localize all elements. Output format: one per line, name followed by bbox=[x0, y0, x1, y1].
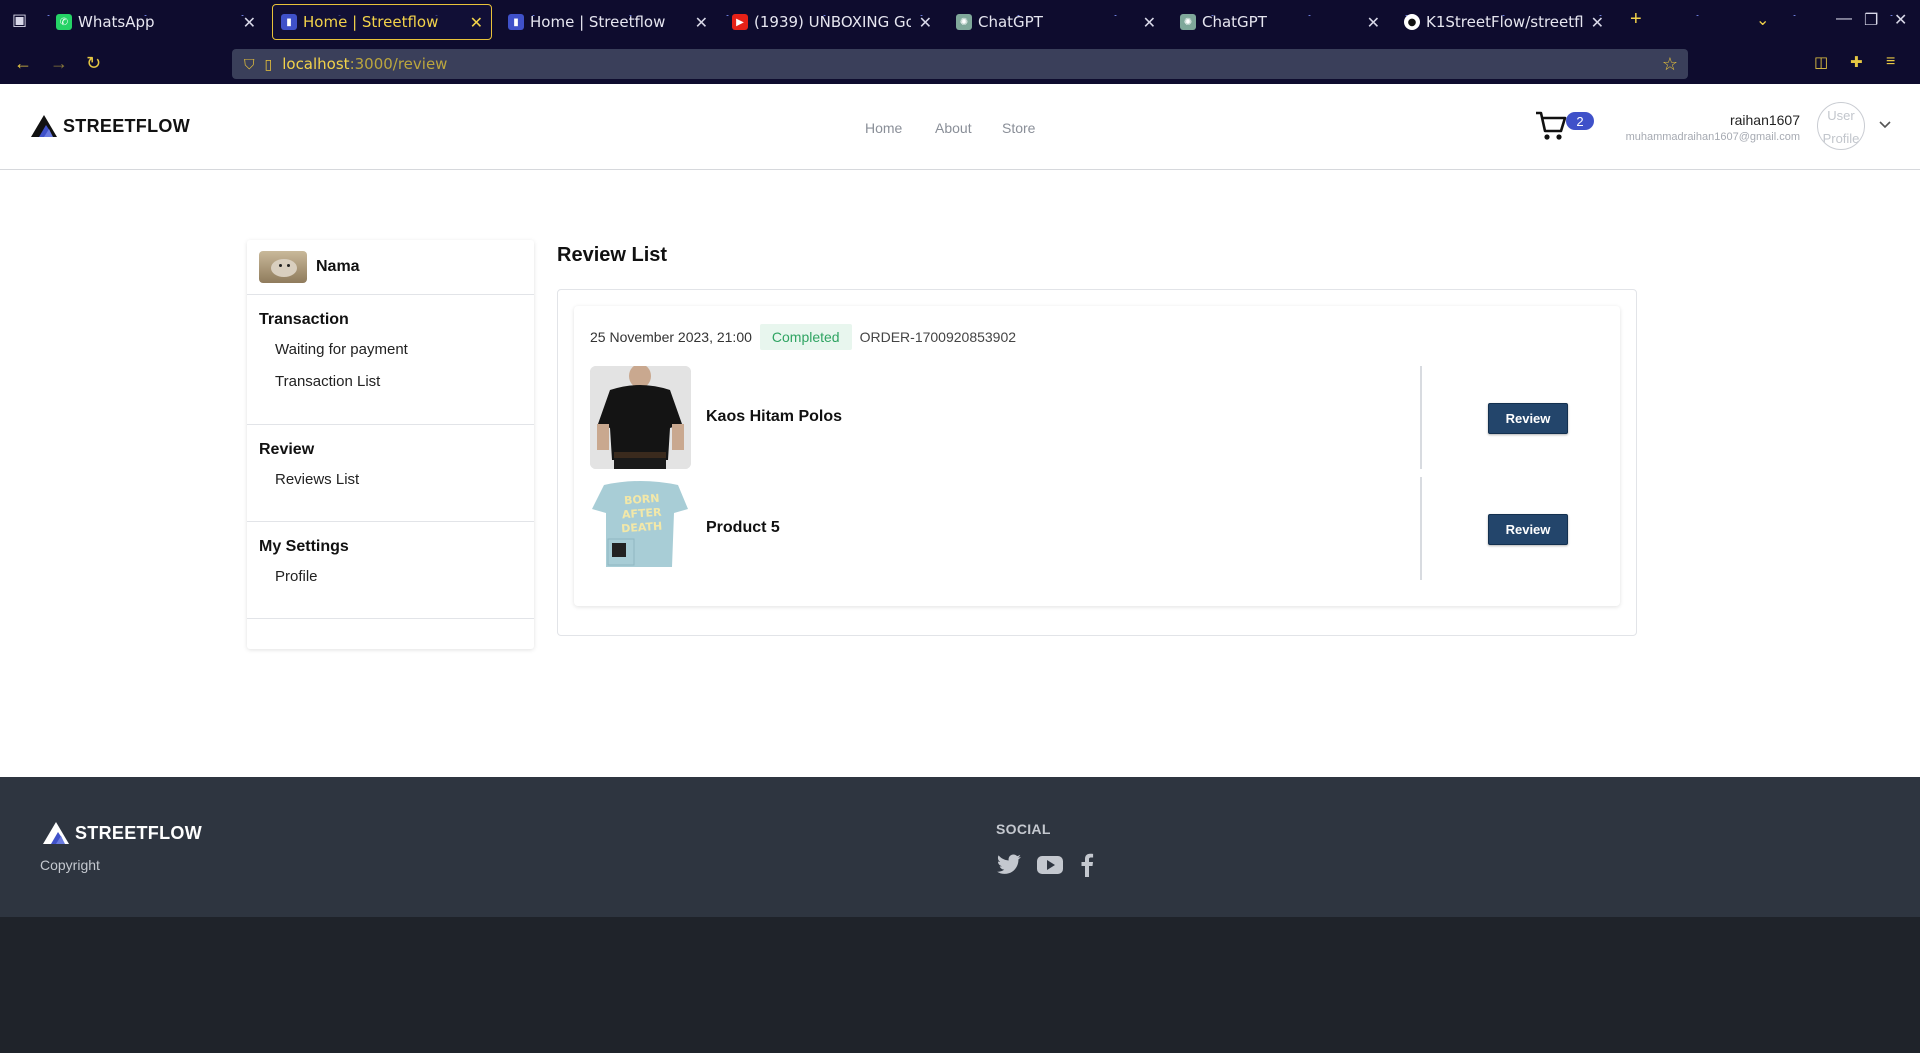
tab-whatsapp[interactable]: ✆ WhatsApp ✕ bbox=[48, 4, 264, 40]
sidebar-item-profile[interactable]: Profile bbox=[259, 566, 522, 598]
facebook-icon[interactable] bbox=[1078, 853, 1096, 877]
sidebar-section-title: Review bbox=[259, 441, 315, 458]
new-tab-icon[interactable]: + bbox=[1630, 8, 1642, 31]
vertical-divider bbox=[1420, 366, 1422, 469]
streetflow-logo-icon bbox=[43, 822, 69, 844]
sidebar-section-title: My Settings bbox=[259, 538, 349, 555]
footer-social-icons bbox=[996, 853, 1096, 877]
product-image[interactable]: BORN AFTER DEATH bbox=[590, 477, 691, 580]
shield-icon: ⛉ bbox=[244, 55, 255, 72]
browser-nav-bar: ← → ↻ ⛉ ▯ localhost :3000/review ☆ ◫ ✚ ≡ bbox=[0, 44, 1920, 84]
github-favicon-icon: ● bbox=[1404, 14, 1420, 30]
order-item-row: Kaos Hitam Polos Review bbox=[590, 366, 1604, 469]
cart-count-badge: 2 bbox=[1566, 112, 1594, 130]
tab-chatgpt-2[interactable]: ✺ ChatGPT ✕ bbox=[1172, 4, 1388, 40]
order-id: ORDER-1700920853902 bbox=[859, 329, 1017, 345]
close-window-icon[interactable]: ✕ bbox=[1894, 10, 1907, 30]
review-list-container: 25 November 2023, 21:00 Completed ORDER-… bbox=[557, 289, 1637, 636]
vertical-divider bbox=[1420, 477, 1422, 580]
restore-icon[interactable]: ❐ bbox=[1864, 10, 1878, 30]
black-tshirt-image bbox=[590, 366, 691, 469]
user-email: muhammadraihan1607@gmail.com bbox=[1625, 131, 1800, 143]
page-info-icon: ▯ bbox=[264, 55, 273, 72]
brand-logo[interactable]: STREETFLOW bbox=[30, 114, 190, 138]
sidebar-profile-name: Nama bbox=[316, 258, 360, 275]
footer-copyright: Copyright bbox=[40, 857, 100, 873]
bookmark-star-icon[interactable]: ☆ bbox=[1662, 54, 1678, 75]
page-title: Review List bbox=[557, 244, 668, 266]
sidebar-item-waiting-for-payment[interactable]: Waiting for payment bbox=[259, 339, 522, 371]
chatgpt-favicon-icon: ✺ bbox=[956, 14, 972, 30]
site-footer: STREETFLOW Copyright SOCIAL bbox=[0, 777, 1920, 917]
account-sidebar: Nama Transaction Waiting for payment Tra… bbox=[247, 240, 534, 649]
product-name: Product 5 bbox=[706, 519, 780, 536]
streetflow-logo-icon bbox=[31, 115, 57, 137]
close-tab-icon[interactable]: ✕ bbox=[243, 13, 256, 32]
sidebar-section-title: Transaction bbox=[259, 311, 349, 328]
sidebar-section-transaction: Transaction Waiting for payment Transact… bbox=[247, 295, 534, 425]
nav-store[interactable]: Store bbox=[1002, 120, 1035, 136]
nav-home[interactable]: Home bbox=[865, 120, 902, 136]
site-header: STREETFLOW Home About Store 2 raihan1607… bbox=[0, 84, 1920, 170]
review-button[interactable]: Review bbox=[1488, 514, 1568, 545]
sidebar-profile-header: Nama bbox=[247, 240, 534, 295]
close-tab-icon[interactable]: ✕ bbox=[1367, 13, 1380, 32]
tab-list-chevron-icon[interactable]: ⌄ bbox=[1756, 10, 1769, 30]
product-image[interactable] bbox=[590, 366, 691, 469]
url-bar[interactable]: ⛉ ▯ localhost :3000/review ☆ bbox=[232, 49, 1688, 79]
sidebar-item-transaction-list[interactable]: Transaction List bbox=[259, 371, 522, 403]
chatgpt-favicon-icon: ✺ bbox=[1180, 14, 1196, 30]
menu-icon[interactable]: ≡ bbox=[1886, 53, 1895, 71]
youtube-icon[interactable] bbox=[1036, 854, 1064, 876]
tab-streetflow[interactable]: ▮ Home | Streetflow ✕ bbox=[500, 4, 716, 40]
close-tab-icon[interactable]: ✕ bbox=[1591, 13, 1604, 32]
tab-github[interactable]: ● K1StreetFlow/streetflow ✕ bbox=[1396, 4, 1612, 40]
nav-about[interactable]: About bbox=[935, 120, 972, 136]
chevron-down-icon[interactable] bbox=[1878, 120, 1892, 130]
footer-social-title: SOCIAL bbox=[996, 821, 1051, 837]
footer-brand-logo[interactable]: STREETFLOW bbox=[42, 821, 202, 845]
footer-bottom-band bbox=[0, 917, 1920, 1053]
user-name: raihan1607 bbox=[1729, 112, 1800, 128]
youtube-favicon-icon: ▶ bbox=[732, 14, 748, 30]
minimize-icon[interactable]: — bbox=[1836, 10, 1852, 28]
tab-streetflow-active[interactable]: ▮ Home | Streetflow ✕ bbox=[272, 4, 492, 40]
sidebar-section-my-settings: My Settings Profile bbox=[247, 522, 534, 619]
close-tab-icon[interactable]: ✕ bbox=[695, 13, 708, 32]
forward-icon[interactable]: → bbox=[50, 53, 68, 74]
twitter-icon[interactable] bbox=[996, 854, 1022, 876]
cart-icon[interactable] bbox=[1534, 110, 1568, 142]
sidebar-section-review: Review Reviews List bbox=[247, 425, 534, 522]
tab-overview-icon[interactable]: ▣ bbox=[12, 10, 27, 30]
pocket-icon[interactable]: ◫ bbox=[1814, 53, 1828, 71]
streetflow-favicon-icon: ▮ bbox=[281, 14, 297, 30]
close-tab-icon[interactable]: ✕ bbox=[919, 13, 932, 32]
close-tab-icon[interactable]: ✕ bbox=[1143, 13, 1156, 32]
tshirt-print-line-1: BORN bbox=[624, 492, 660, 507]
close-tab-icon[interactable]: ✕ bbox=[470, 13, 483, 32]
user-avatar[interactable]: User Profile bbox=[1817, 102, 1865, 150]
order-item-row: BORN AFTER DEATH Product 5 Review bbox=[590, 477, 1604, 580]
order-meta: 25 November 2023, 21:00 Completed ORDER-… bbox=[590, 324, 1016, 350]
extensions-icon[interactable]: ✚ bbox=[1850, 53, 1863, 71]
tab-chatgpt[interactable]: ✺ ChatGPT ✕ bbox=[948, 4, 1164, 40]
streetflow-favicon-icon: ▮ bbox=[508, 14, 524, 30]
app-page: STREETFLOW Home About Store 2 raihan1607… bbox=[0, 84, 1920, 777]
back-icon[interactable]: ← bbox=[14, 53, 32, 74]
profile-thumbnail bbox=[259, 251, 307, 283]
browser-tab-bar: ▣ ✆ WhatsApp ✕ ▮ Home | Streetflow ✕ ▮ H… bbox=[0, 0, 1920, 44]
order-card: 25 November 2023, 21:00 Completed ORDER-… bbox=[574, 306, 1620, 606]
status-badge: Completed bbox=[759, 324, 852, 350]
product-name: Kaos Hitam Polos bbox=[706, 408, 843, 425]
blue-tshirt-image: BORN AFTER DEATH bbox=[590, 477, 691, 580]
whatsapp-icon: ✆ bbox=[56, 14, 72, 30]
reload-icon[interactable]: ↻ bbox=[86, 53, 101, 74]
review-button[interactable]: Review bbox=[1488, 403, 1568, 434]
order-date: 25 November 2023, 21:00 bbox=[590, 329, 752, 345]
tab-youtube[interactable]: ▶ (1939) UNBOXING Gold F ✕ bbox=[724, 4, 940, 40]
sidebar-item-reviews-list[interactable]: Reviews List bbox=[259, 469, 522, 501]
